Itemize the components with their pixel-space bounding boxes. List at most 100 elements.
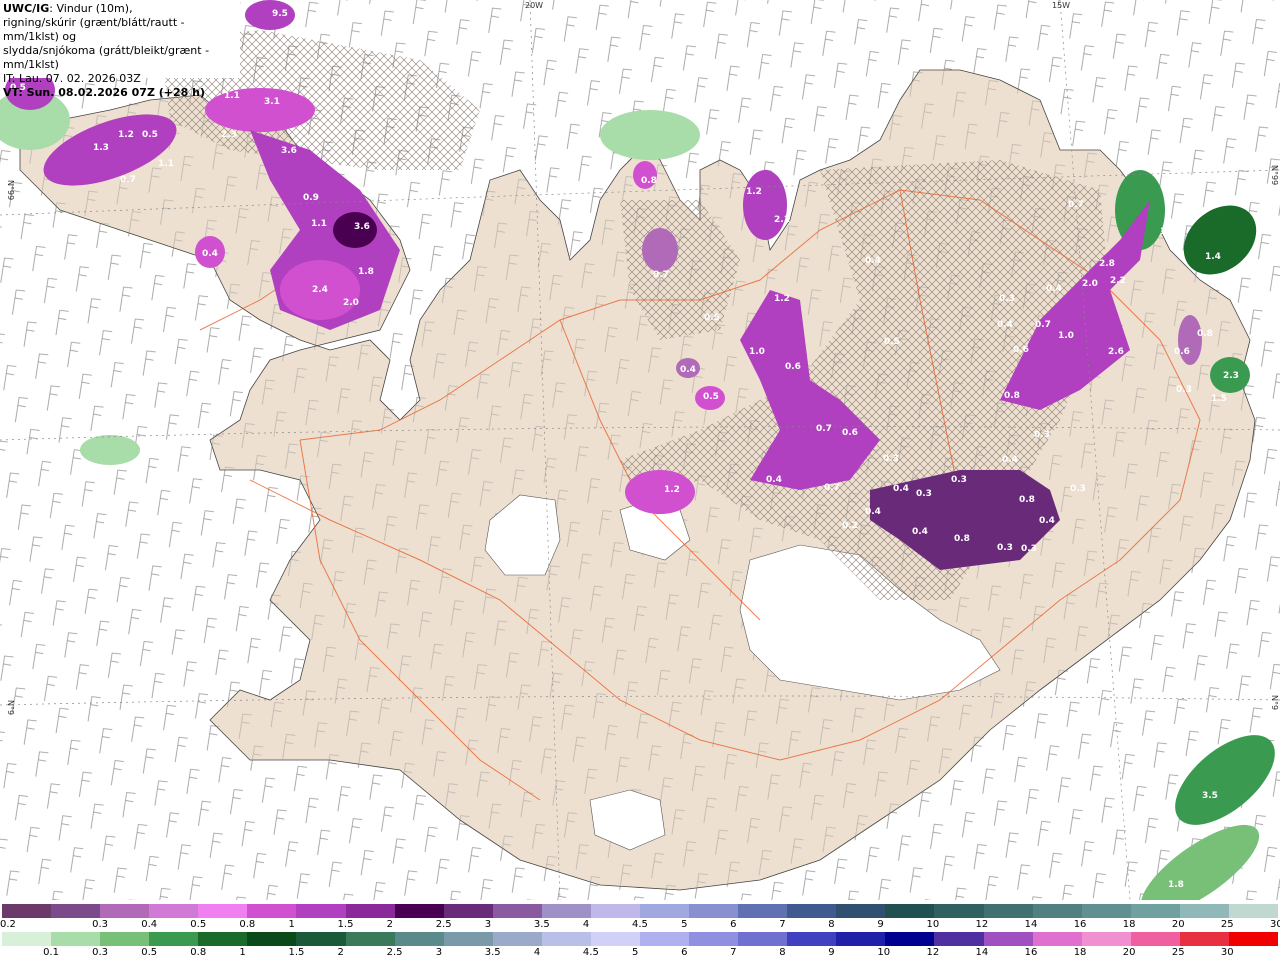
title-line-2: rigning/skúrir (grænt/blátt/rautt - mm/1… — [3, 16, 185, 43]
legend-label: 0.5 — [141, 947, 158, 958]
precip-label: 0.4 — [1046, 284, 1062, 294]
title-line-1-rest: : Vindur (10m), — [49, 2, 133, 15]
precip-label: 0.4 — [680, 365, 696, 375]
legend-swatch — [1228, 904, 1279, 918]
precip-label: 0.8 — [1004, 391, 1020, 401]
legend-swatch — [492, 904, 542, 918]
legend-label: 3 — [484, 919, 492, 930]
legend-label: 6 — [730, 919, 737, 930]
legend-label: 7 — [730, 947, 737, 958]
legend-label: 4.5 — [582, 947, 599, 958]
legend-label: 9 — [877, 919, 884, 930]
legend-swatch — [738, 932, 788, 946]
precip-label: 1.3 — [1160, 227, 1176, 237]
legend-label: 0.4 — [141, 919, 158, 930]
legend-swatch — [689, 904, 739, 918]
precip-label: 0.7 — [653, 270, 669, 280]
title-line-5: VT: Sun. 08.02.2026 07Z (+28 h) — [3, 86, 206, 99]
legend-label: 20 — [1122, 947, 1136, 958]
legend-swatch — [885, 932, 935, 946]
legend-swatch — [149, 932, 199, 946]
legend-label: 7 — [779, 919, 786, 930]
legend-swatch — [836, 904, 886, 918]
precip-label: 1.5 — [1211, 394, 1227, 404]
legend-label: 25 — [1220, 919, 1234, 930]
legend-swatch — [1228, 932, 1279, 946]
precip-label: 0.4 — [865, 507, 881, 517]
legend-label: 0.8 — [190, 947, 207, 958]
lon-label-15w: 15W — [1052, 1, 1070, 10]
legend-swatch — [492, 932, 542, 946]
precip-label: 0.8 — [954, 534, 970, 544]
legend-label: 18 — [1122, 919, 1136, 930]
legend-label: 8 — [779, 947, 786, 958]
precip-label: 1.2 — [664, 485, 680, 495]
legend-swatch — [247, 932, 297, 946]
legend-bar-snow — [2, 904, 1279, 918]
legend-swatch — [640, 904, 690, 918]
legend-swatch — [1179, 932, 1229, 946]
legend-swatch — [345, 904, 395, 918]
lon-label-20w: 20W — [525, 1, 543, 10]
precip-label: 3.6 — [281, 146, 297, 156]
legend-label: 0.3 — [92, 919, 109, 930]
legend-swatch — [689, 932, 739, 946]
legend-label: 2 — [386, 919, 393, 930]
precip-label: 0.3 — [1021, 544, 1037, 554]
legend-label: 5 — [632, 947, 639, 958]
legend-swatch — [394, 932, 444, 946]
legend-swatch — [787, 904, 837, 918]
legend-label: 4.5 — [632, 919, 648, 930]
legend-swatch — [100, 932, 150, 946]
precip-label: 0.7 — [816, 424, 832, 434]
legend-label: 2.5 — [435, 919, 452, 930]
precip-label: 1.1 — [158, 159, 174, 169]
legend-swatch — [738, 904, 788, 918]
precip-label: 1.2 — [118, 130, 134, 140]
legend-label: 1.5 — [337, 919, 354, 930]
precip-label: 1.0 — [1058, 331, 1074, 341]
precip-label: 0.3 — [1070, 484, 1086, 494]
legend-label: 12 — [975, 919, 989, 930]
legend-swatch — [247, 904, 297, 918]
legend-swatch — [541, 904, 591, 918]
precip-label: 0.3 — [1034, 430, 1050, 440]
legend-swatch — [1130, 904, 1180, 918]
legend-swatch — [1081, 932, 1131, 946]
legend-label: 1 — [239, 947, 246, 958]
precip-label: 1.2 — [746, 187, 762, 197]
legend-label: 9 — [828, 947, 835, 958]
map-title-box: UWC/IG: Vindur (10m), rigning/skúrir (gr… — [0, 0, 240, 99]
legend-label: 2 — [337, 947, 344, 958]
precip-label: 0.7 — [1068, 200, 1084, 210]
lat-label-right-65: N°9 — [1270, 695, 1279, 710]
precip-label: 1.2 — [774, 294, 790, 304]
legend-label: 25 — [1171, 947, 1185, 958]
precip-label: 3.5 — [1202, 791, 1218, 801]
title-line-3: slydda/snjókoma (grátt/bleikt/grænt - mm… — [3, 44, 210, 71]
legend-label: 10 — [877, 947, 891, 958]
precip-label: 3.6 — [354, 222, 370, 232]
legend-label: 0.1 — [43, 947, 59, 958]
legend-swatch — [443, 932, 493, 946]
precip-label: 1.8 — [1168, 880, 1184, 890]
precip-label: 0.2 — [842, 521, 858, 531]
precip-label: 0.3 — [1176, 385, 1192, 395]
precip-label: 1.8 — [358, 267, 374, 277]
legend-label: 30 — [1270, 919, 1280, 930]
precip-label: 0.5 — [142, 130, 158, 140]
precip-label: 0.4 — [865, 256, 881, 266]
legend-label: 16 — [1024, 947, 1038, 958]
legend-label: 3.5 — [533, 919, 550, 930]
precip-label: 0.4 — [1039, 516, 1055, 526]
legend-swatch — [2, 932, 52, 946]
precip-label: 0.8 — [1019, 495, 1035, 505]
legend-swatch — [1179, 904, 1229, 918]
precip-label: 0.9 — [303, 193, 319, 203]
legend-label: 0.5 — [190, 919, 207, 930]
legend-labels-snow: 0.2 0.3 0.4 0.5 0.8 1 1.5 2 2.5 3 3.5 4 4.5 5 6 7 8 9 10 12… — [0, 919, 1280, 931]
legend-swatch — [51, 904, 101, 918]
lat-label-left-65: N°9 — [6, 700, 15, 715]
legend-swatch — [198, 932, 248, 946]
legend-label: 8 — [828, 919, 835, 930]
